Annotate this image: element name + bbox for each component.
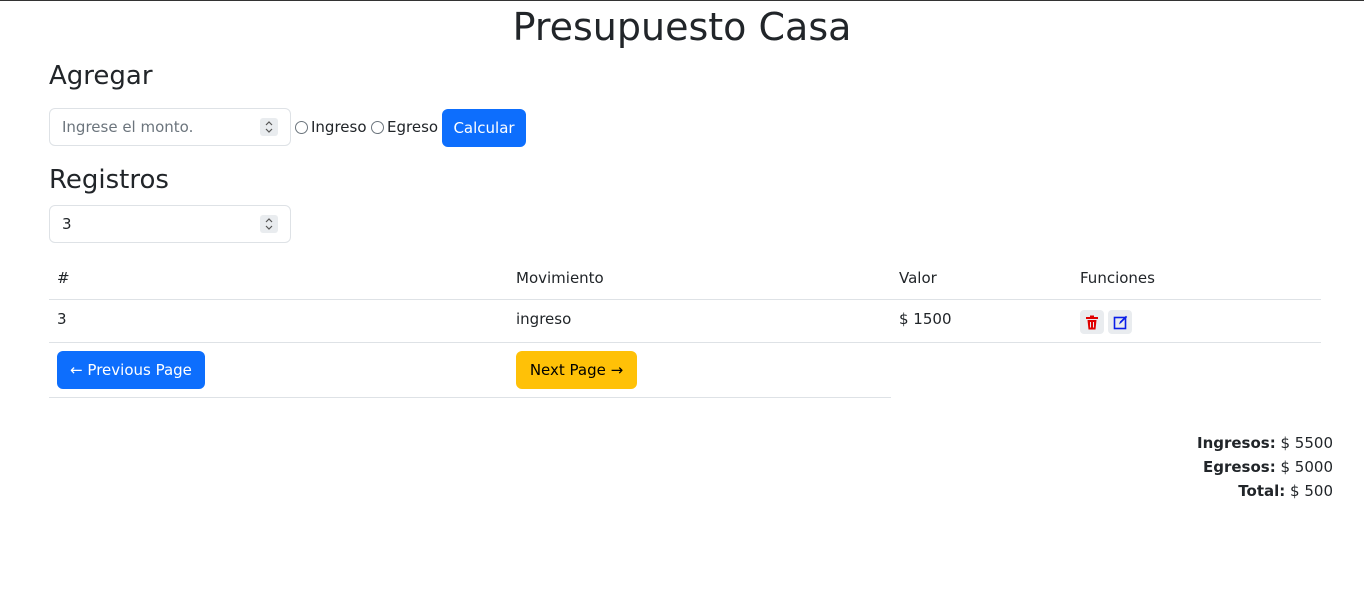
ingresos-value: $ 5500 <box>1280 434 1334 452</box>
next-page-button[interactable]: Next Page → <box>516 351 637 389</box>
registros-count-input[interactable]: 3 <box>49 205 291 243</box>
radio-egreso-circle[interactable] <box>371 120 384 134</box>
radio-ingreso-circle[interactable] <box>295 120 308 134</box>
header-id: # <box>57 269 70 287</box>
total-line: Total: $ 500 <box>1197 479 1333 503</box>
table-header: # Movimiento Valor Funciones <box>49 259 1321 300</box>
ingresos-line: Ingresos: $ 5500 <box>1197 431 1333 455</box>
row-id: 3 <box>57 310 67 328</box>
pagination-divider <box>49 397 891 398</box>
egresos-value: $ 5000 <box>1280 458 1334 476</box>
radio-ingreso-label: Ingreso <box>311 118 367 136</box>
amount-input[interactable]: Ingrese el monto. <box>49 108 291 146</box>
header-movimiento: Movimiento <box>516 269 604 287</box>
number-spinner-icon[interactable] <box>260 215 278 233</box>
page-title: Presupuesto Casa <box>512 5 852 49</box>
delete-button[interactable] <box>1080 310 1104 334</box>
previous-page-button[interactable]: ← Previous Page <box>57 351 205 389</box>
totals-summary: Ingresos: $ 5500 Egresos: $ 5000 Total: … <box>1197 431 1333 503</box>
radio-ingreso[interactable]: Ingreso <box>295 117 367 137</box>
calcular-button[interactable]: Calcular <box>442 109 526 147</box>
total-label: Total: <box>1238 482 1286 500</box>
egresos-line: Egresos: $ 5000 <box>1197 455 1333 479</box>
header-funciones: Funciones <box>1080 269 1155 287</box>
trash-icon <box>1086 315 1098 329</box>
row-valor: $ 1500 <box>899 310 952 328</box>
egresos-label: Egresos: <box>1203 458 1276 476</box>
header-valor: Valor <box>899 269 937 287</box>
ingresos-label: Ingresos: <box>1196 434 1276 452</box>
total-value: $ 500 <box>1290 482 1333 500</box>
radio-egreso-label: Egreso <box>387 118 439 136</box>
edit-button[interactable] <box>1108 310 1132 334</box>
number-spinner-icon[interactable] <box>260 118 278 136</box>
registros-heading: Registros <box>49 165 169 195</box>
amount-input-placeholder: Ingrese el monto. <box>62 118 194 136</box>
edit-icon <box>1113 315 1127 329</box>
agregar-heading: Agregar <box>49 61 153 91</box>
radio-egreso[interactable]: Egreso <box>371 117 438 137</box>
row-movimiento: ingreso <box>516 310 572 328</box>
registros-count-value: 3 <box>62 215 72 233</box>
